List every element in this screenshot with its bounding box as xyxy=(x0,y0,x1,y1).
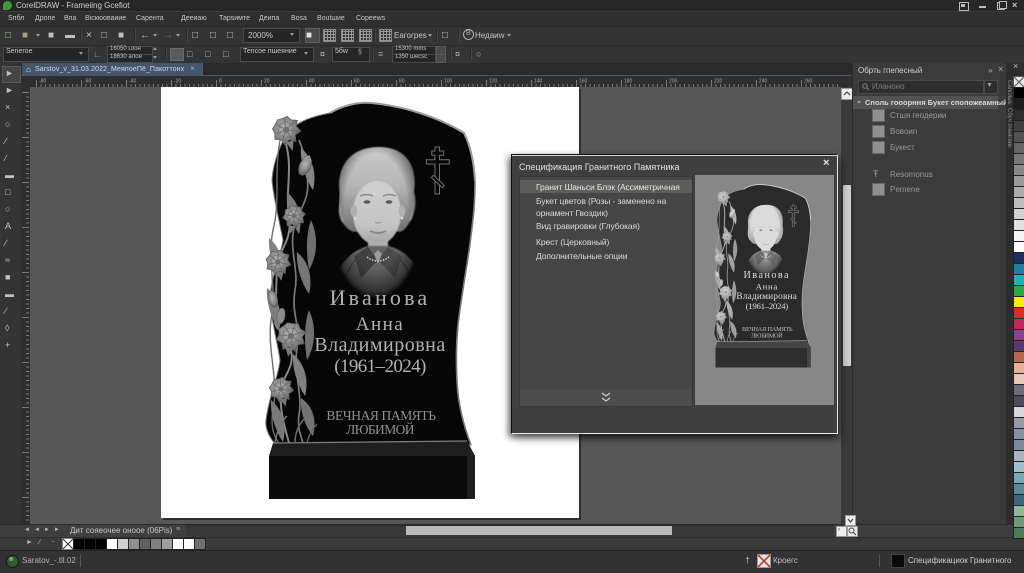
svg-text:Иванова: Иванова xyxy=(744,270,791,281)
svg-text:80: 80 xyxy=(399,79,405,85)
svg-text:-80: -80 xyxy=(39,79,46,85)
svg-text:Анна: Анна xyxy=(756,281,778,291)
svg-text:220: 220 xyxy=(714,79,723,85)
svg-text:240: 240 xyxy=(759,79,768,85)
svg-text:Иванова: Иванова xyxy=(330,285,431,310)
svg-text:Анна: Анна xyxy=(356,314,405,335)
svg-text:ЛЮБИМОЙ: ЛЮБИМОЙ xyxy=(751,331,783,339)
svg-text:-40: -40 xyxy=(129,79,136,85)
svg-text:Владимировна: Владимировна xyxy=(736,291,797,301)
svg-text:120: 120 xyxy=(489,79,498,85)
svg-text:40: 40 xyxy=(309,79,315,85)
svg-text:Владимировна: Владимировна xyxy=(314,334,445,356)
svg-text:180: 180 xyxy=(624,79,633,85)
svg-text:(1961–2024): (1961–2024) xyxy=(334,356,426,377)
svg-text:ВЕЧНАЯ ПАМЯТЬ: ВЕЧНАЯ ПАМЯТЬ xyxy=(326,408,436,423)
svg-text:(1961–2024): (1961–2024) xyxy=(746,301,789,311)
svg-text:0: 0 xyxy=(219,79,222,85)
svg-text:200: 200 xyxy=(669,79,678,85)
svg-text:140: 140 xyxy=(534,79,543,85)
svg-text:160: 160 xyxy=(579,79,588,85)
svg-text:20: 20 xyxy=(264,79,270,85)
svg-text:ВЕЧНАЯ ПАМЯТЬ: ВЕЧНАЯ ПАМЯТЬ xyxy=(742,326,793,333)
svg-text:-60: -60 xyxy=(84,79,91,85)
svg-text:260: 260 xyxy=(804,79,813,85)
svg-text:-20: -20 xyxy=(174,79,181,85)
svg-text:100: 100 xyxy=(444,79,453,85)
svg-text:ЛЮБИМОЙ: ЛЮБИМОЙ xyxy=(346,422,415,437)
svg-text:60: 60 xyxy=(354,79,360,85)
